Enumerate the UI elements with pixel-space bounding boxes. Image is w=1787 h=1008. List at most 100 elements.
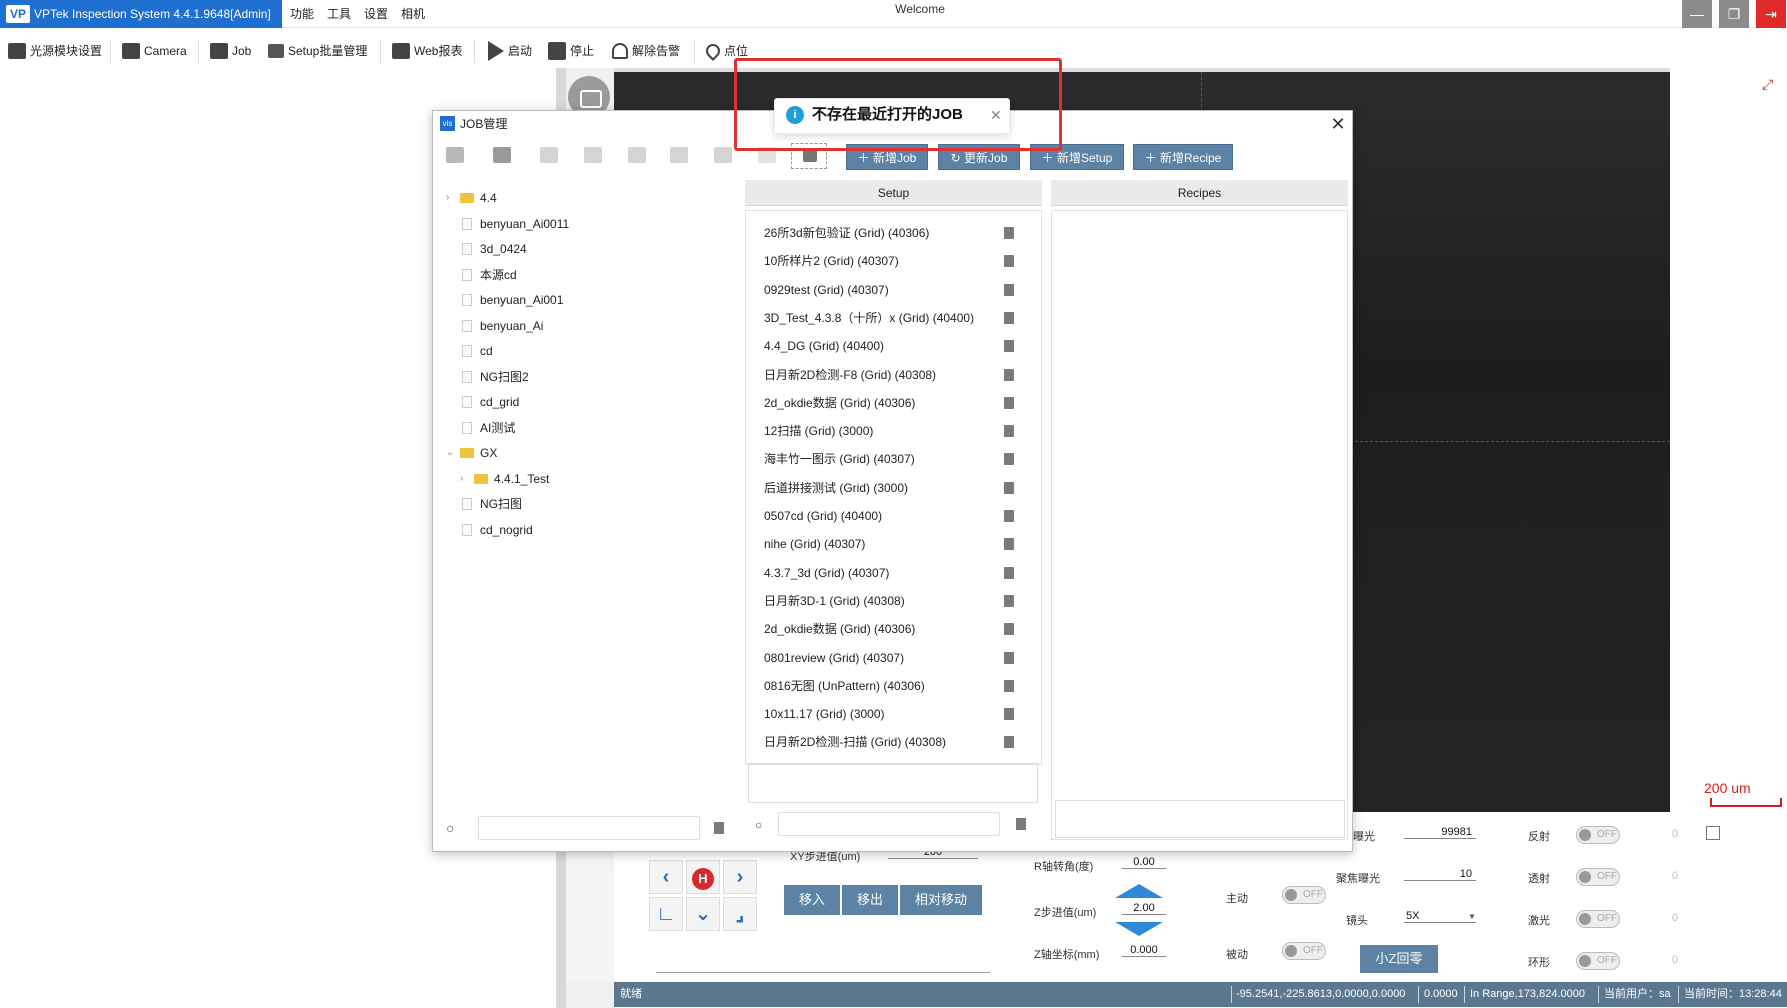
expand-chevron-icon[interactable]: ⌄ bbox=[446, 447, 454, 458]
trash-icon[interactable] bbox=[1004, 623, 1014, 636]
setup-row[interactable]: 4.4_DG (Grid) (40400) bbox=[764, 333, 1034, 359]
trash-icon[interactable] bbox=[1004, 227, 1014, 239]
transmit-toggle[interactable]: OFF bbox=[1576, 868, 1620, 886]
duplicate-icon[interactable] bbox=[714, 147, 732, 163]
trash-icon[interactable] bbox=[1004, 736, 1014, 749]
focus-exposure-input[interactable]: 10 bbox=[1404, 868, 1476, 881]
cut-icon[interactable] bbox=[584, 147, 602, 163]
exit-button[interactable]: ⇥ bbox=[1756, 0, 1786, 28]
trash-icon[interactable] bbox=[1004, 368, 1014, 381]
setup-row[interactable]: 4.3.7_3d (Grid) (40307) bbox=[764, 560, 1034, 586]
trash-icon[interactable] bbox=[1004, 594, 1014, 607]
ring-toggle[interactable]: OFF bbox=[1576, 952, 1620, 970]
setup-row[interactable]: 2d_okdie数据 (Grid) (40306) bbox=[764, 390, 1034, 416]
passive-toggle[interactable]: OFF bbox=[1282, 942, 1326, 960]
right-arrow-button[interactable]: › bbox=[723, 860, 757, 894]
move-out-button[interactable]: 移出 bbox=[842, 885, 898, 915]
tree-item[interactable]: cd_grid bbox=[462, 391, 519, 413]
tree-item[interactable]: 本源cd bbox=[462, 264, 517, 286]
tree-item[interactable]: AI测试 bbox=[462, 417, 515, 439]
add-recipe-button[interactable]: ＋ 新增Recipe bbox=[1133, 144, 1233, 170]
trash-icon[interactable] bbox=[1004, 453, 1014, 466]
trash-icon[interactable] bbox=[1016, 818, 1026, 830]
trash-icon[interactable] bbox=[1004, 396, 1014, 409]
tree-item[interactable]: NG扫图2 bbox=[462, 366, 529, 388]
trash-icon[interactable] bbox=[1004, 679, 1014, 692]
relative-move-button[interactable]: 相对移动 bbox=[900, 885, 982, 915]
light-module-settings-button[interactable]: 光源模块设置 bbox=[8, 33, 102, 69]
reflect-checkbox[interactable] bbox=[1706, 826, 1720, 840]
setup-row[interactable]: 日月新2D检测-F8 (Grid) (40308) bbox=[764, 362, 1034, 388]
copy-icon[interactable] bbox=[628, 147, 646, 163]
setup-row[interactable]: 0801review (Grid) (40307) bbox=[764, 645, 1034, 671]
setup-row[interactable]: 10所样片2 (Grid) (40307) bbox=[764, 248, 1034, 274]
open-folder-icon[interactable] bbox=[446, 147, 464, 163]
dialog-close-button[interactable]: ✕ bbox=[1328, 114, 1348, 134]
menu-tools[interactable]: 工具 bbox=[327, 0, 351, 28]
tree-folder[interactable]: GX bbox=[460, 442, 497, 464]
setup-row[interactable]: 海丰竹一图示 (Grid) (40307) bbox=[764, 446, 1034, 472]
camera-button[interactable]: Camera bbox=[122, 33, 187, 69]
paste-icon[interactable] bbox=[670, 147, 688, 163]
tree-item[interactable]: 3d_0424 bbox=[462, 238, 527, 260]
menu-function[interactable]: 功能 bbox=[290, 0, 314, 28]
tree-item[interactable]: cd_nogrid bbox=[462, 519, 533, 541]
bottom-left-corner-button[interactable]: ∟ bbox=[649, 897, 683, 931]
setup-row[interactable]: 10x11.17 (Grid) (3000) bbox=[764, 701, 1034, 727]
trash-icon[interactable] bbox=[1004, 283, 1014, 296]
trash-icon[interactable] bbox=[1004, 255, 1014, 268]
tree-item[interactable]: cd bbox=[462, 340, 493, 362]
move-in-button[interactable]: 移入 bbox=[784, 885, 840, 915]
z-up-arrow-icon[interactable] bbox=[1115, 884, 1163, 898]
tree-item[interactable]: benyuan_Ai0011 bbox=[462, 213, 569, 235]
tree-folder[interactable]: 4.4.1_Test bbox=[474, 468, 549, 490]
active-toggle[interactable]: OFF bbox=[1282, 886, 1326, 904]
z-step-input[interactable]: 2.00 bbox=[1122, 902, 1166, 915]
z-down-arrow-icon[interactable] bbox=[1115, 922, 1163, 936]
tree-item[interactable]: NG扫图 bbox=[462, 493, 522, 515]
setup-row[interactable]: nihe (Grid) (40307) bbox=[764, 531, 1034, 557]
lens-select[interactable]: 5X bbox=[1404, 910, 1476, 923]
trash-icon[interactable] bbox=[1004, 651, 1014, 664]
trash-icon[interactable] bbox=[1004, 481, 1014, 494]
trash-icon[interactable] bbox=[1004, 510, 1014, 522]
down-arrow-button[interactable]: ⌄ bbox=[686, 897, 720, 931]
stop-button[interactable]: 停止 bbox=[548, 33, 594, 69]
home-button[interactable]: H bbox=[686, 860, 720, 894]
folder-icon[interactable] bbox=[493, 147, 511, 163]
trash-icon[interactable] bbox=[1004, 566, 1014, 579]
small-z-zero-button[interactable]: 小Z回零 bbox=[1360, 945, 1438, 973]
bottom-right-corner-button[interactable]: ⌟ bbox=[723, 897, 757, 931]
trash-icon[interactable] bbox=[1004, 425, 1014, 438]
setup-row[interactable]: 2d_okdie数据 (Grid) (40306) bbox=[764, 616, 1034, 642]
job-button[interactable]: Job bbox=[210, 33, 251, 69]
trash-icon[interactable] bbox=[714, 822, 724, 834]
minimize-button[interactable]: — bbox=[1682, 0, 1712, 28]
setup-row[interactable]: 0929test (Grid) (40307) bbox=[764, 277, 1034, 303]
tree-icon[interactable] bbox=[540, 147, 558, 163]
setup-row[interactable]: 0507cd (Grid) (40400) bbox=[764, 503, 1034, 529]
trash-icon[interactable] bbox=[1004, 538, 1014, 551]
maximize-button[interactable]: ❐ bbox=[1719, 0, 1749, 28]
setup-row[interactable]: 12扫描 (Grid) (3000) bbox=[764, 418, 1034, 444]
setup-search-input[interactable] bbox=[778, 812, 1000, 836]
trash-icon[interactable] bbox=[1004, 311, 1014, 324]
clear-alarm-button[interactable]: 解除告警 bbox=[612, 33, 680, 69]
tree-item[interactable]: benyuan_Ai bbox=[462, 315, 543, 337]
job-search-input[interactable] bbox=[478, 816, 700, 840]
start-button[interactable]: 启动 bbox=[488, 33, 532, 69]
menu-settings[interactable]: 设置 bbox=[364, 0, 388, 28]
setup-row[interactable]: 26所3d新包验证 (Grid) (40306) bbox=[764, 220, 1034, 246]
expand-chevron-icon[interactable]: › bbox=[446, 192, 449, 203]
setup-row[interactable]: 日月新3D-1 (Grid) (40308) bbox=[764, 588, 1034, 614]
web-report-button[interactable]: Web报表 bbox=[392, 33, 462, 69]
menu-camera[interactable]: 相机 bbox=[401, 0, 425, 28]
tree-folder[interactable]: 4.4 bbox=[460, 187, 497, 209]
left-arrow-button[interactable]: ‹ bbox=[649, 860, 683, 894]
trash-icon[interactable] bbox=[1004, 708, 1014, 721]
trash-icon[interactable] bbox=[1004, 340, 1014, 353]
setup-row[interactable]: 日月新2D检测-扫描 (Grid) (40308) bbox=[764, 729, 1034, 755]
laser-toggle[interactable]: OFF bbox=[1576, 910, 1620, 928]
exposure-input[interactable]: 99981 bbox=[1404, 826, 1476, 839]
reflect-toggle[interactable]: OFF bbox=[1576, 826, 1620, 844]
